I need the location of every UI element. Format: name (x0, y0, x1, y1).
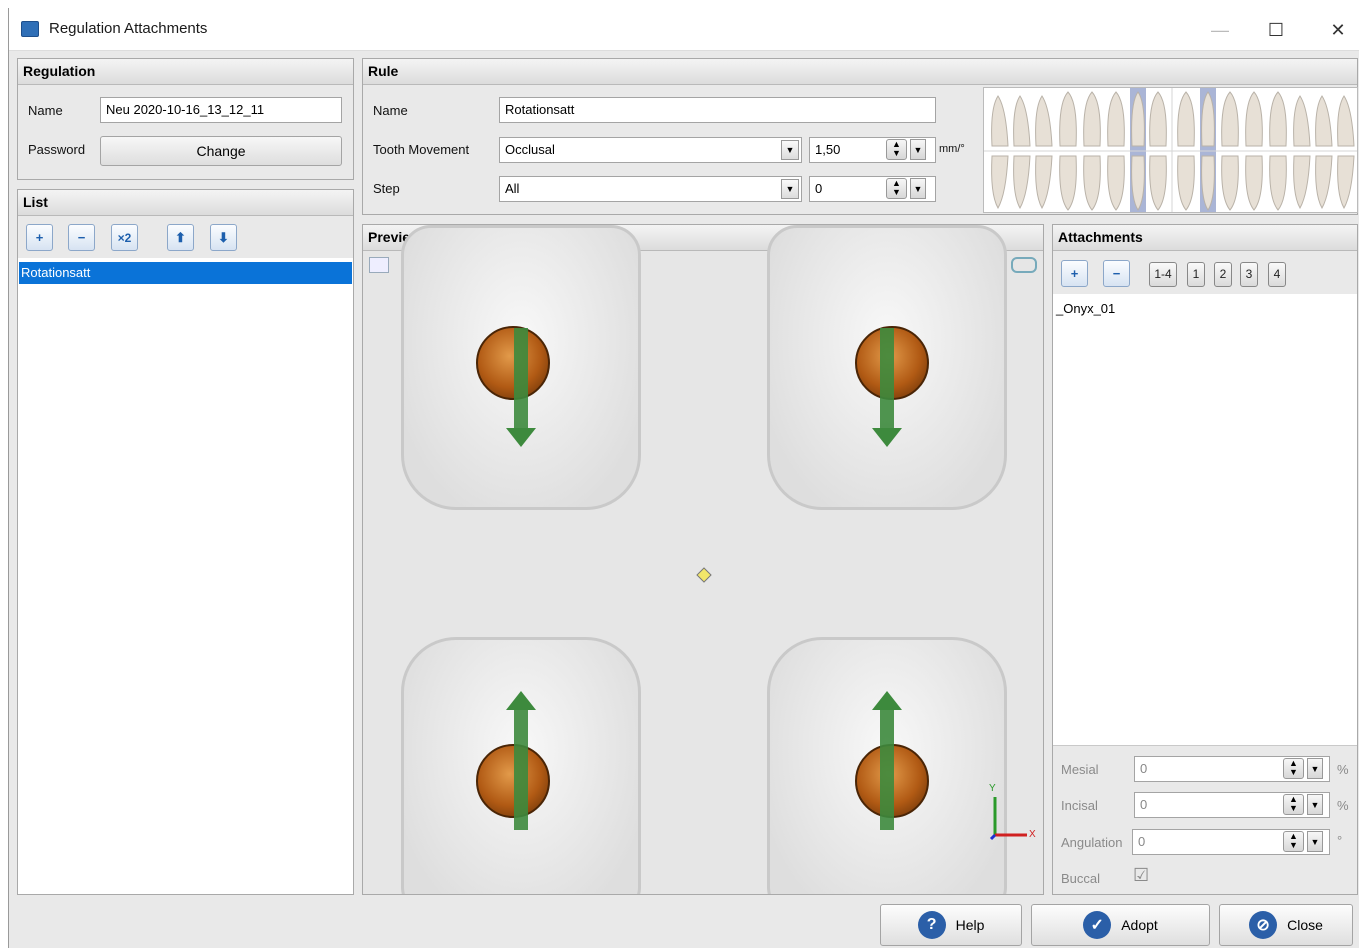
close-label: Close (1287, 917, 1323, 933)
spin-arrows-icon[interactable]: ▲ ▼ (1283, 758, 1304, 779)
step-label: Step (373, 181, 400, 196)
help-button[interactable]: ? Help (880, 904, 1022, 946)
add-item-button[interactable]: + (26, 224, 53, 251)
adopt-button[interactable]: ✓ Adopt (1031, 904, 1210, 946)
rule-name-input[interactable]: Rotationsatt (499, 97, 936, 123)
tooth-movement-select[interactable]: Occlusal ▼ (499, 137, 802, 163)
change-password-button[interactable]: Change (100, 136, 342, 166)
chevron-down-icon[interactable]: ▼ (1307, 831, 1323, 852)
checkmark-icon: ✓ (1083, 911, 1112, 939)
close-window-button[interactable]: ✕ (1315, 16, 1359, 44)
regulation-header: Regulation (18, 59, 353, 85)
mesial-unit: % (1337, 762, 1349, 777)
help-label: Help (955, 917, 985, 933)
tooth-movement-value: Occlusal (505, 142, 555, 157)
rule-name-label: Name (373, 103, 408, 118)
step-select[interactable]: All ▼ (499, 176, 802, 202)
move-down-button[interactable]: ⬇ (210, 224, 237, 251)
remove-item-button[interactable]: − (68, 224, 95, 251)
tooth-chart[interactable] (983, 87, 1358, 213)
close-button[interactable]: ⊘ Close (1219, 904, 1353, 946)
regulation-name-input[interactable]: Neu 2020-10-16_13_12_11 (100, 97, 342, 123)
movement-unit-label: mm/° (939, 143, 965, 155)
range-button-4[interactable]: 4 (1268, 262, 1286, 287)
range-button-3[interactable]: 3 (1240, 262, 1258, 287)
minimize-button[interactable]: — (1197, 16, 1243, 44)
window-title: Regulation Attachments (49, 20, 208, 37)
spin-arrows-icon[interactable]: ▲ ▼ (1283, 831, 1304, 852)
buccal-label: Buccal (1061, 871, 1101, 886)
title-bar: Regulation Attachments — ☐ ✕ (9, 8, 1359, 51)
chevron-down-icon[interactable]: ▼ (1307, 758, 1323, 779)
range-button-1-4[interactable]: 1-4 (1149, 262, 1177, 287)
list-header: List (18, 190, 353, 216)
angulation-label: Angulation (1061, 835, 1123, 850)
angulation-unit: ° (1337, 833, 1343, 848)
spin-arrows-icon[interactable]: ▲ ▼ (1283, 794, 1304, 815)
password-label: Password (28, 142, 86, 157)
remove-attachment-button[interactable]: − (1103, 260, 1130, 287)
move-up-button[interactable]: ⬆ (167, 224, 194, 251)
attachment-list-item[interactable]: _Onyx_01 (1056, 301, 1115, 316)
attachments-panel: Attachments + − 1-4 1 2 3 4 _Onyx_01 Mes… (1052, 224, 1358, 895)
range-button-1[interactable]: 1 (1187, 262, 1205, 287)
incisal-label: Incisal (1061, 798, 1098, 813)
range-button-2[interactable]: 2 (1214, 262, 1232, 287)
list-panel: List + − ×2 ⬆ ⬇ Rotationsatt (17, 189, 354, 895)
help-icon: ? (917, 911, 946, 939)
chevron-down-icon[interactable]: ▼ (781, 140, 799, 160)
adopt-label: Adopt (1121, 917, 1158, 933)
attachments-toolbar (1053, 251, 1357, 294)
app-icon (21, 21, 39, 37)
attachments-header: Attachments (1053, 225, 1357, 251)
buccal-checkbox[interactable]: ☑ (1133, 865, 1149, 886)
step-amount-value: 0 (815, 181, 823, 196)
list-item[interactable]: Rotationsatt (19, 262, 352, 284)
duplicate-item-button[interactable]: ×2 (111, 224, 138, 251)
add-attachment-button[interactable]: + (1061, 260, 1088, 287)
spin-arrows-icon[interactable]: ▲ ▼ (886, 139, 907, 160)
chevron-down-icon[interactable]: ▼ (910, 139, 926, 160)
chevron-down-icon[interactable]: ▼ (781, 179, 799, 199)
arrow-heads (506, 428, 1027, 841)
preview-panel[interactable]: Preview Y X (362, 224, 1044, 895)
movement-amount-value: 1,50 (815, 142, 841, 157)
maximize-button[interactable]: ☐ (1253, 16, 1299, 44)
rule-header: Rule (363, 59, 1357, 85)
regulation-name-label: Name (28, 103, 63, 118)
axis-x-label: X (1029, 829, 1036, 840)
step-value: All (505, 181, 520, 196)
tooth-movement-label: Tooth Movement (373, 142, 470, 157)
incisal-unit: % (1337, 798, 1349, 813)
prohibited-icon: ⊘ (1249, 911, 1278, 939)
spin-arrows-icon[interactable]: ▲ ▼ (886, 178, 907, 199)
chevron-down-icon[interactable]: ▼ (1307, 794, 1323, 815)
chevron-down-icon[interactable]: ▼ (910, 178, 926, 199)
tooth-chart-graphic (984, 88, 1357, 212)
axis-y-label: Y (989, 783, 996, 794)
mesial-label: Mesial (1061, 762, 1099, 777)
regulation-panel: Regulation Name Neu 2020-10-16_13_12_11 … (17, 58, 354, 180)
